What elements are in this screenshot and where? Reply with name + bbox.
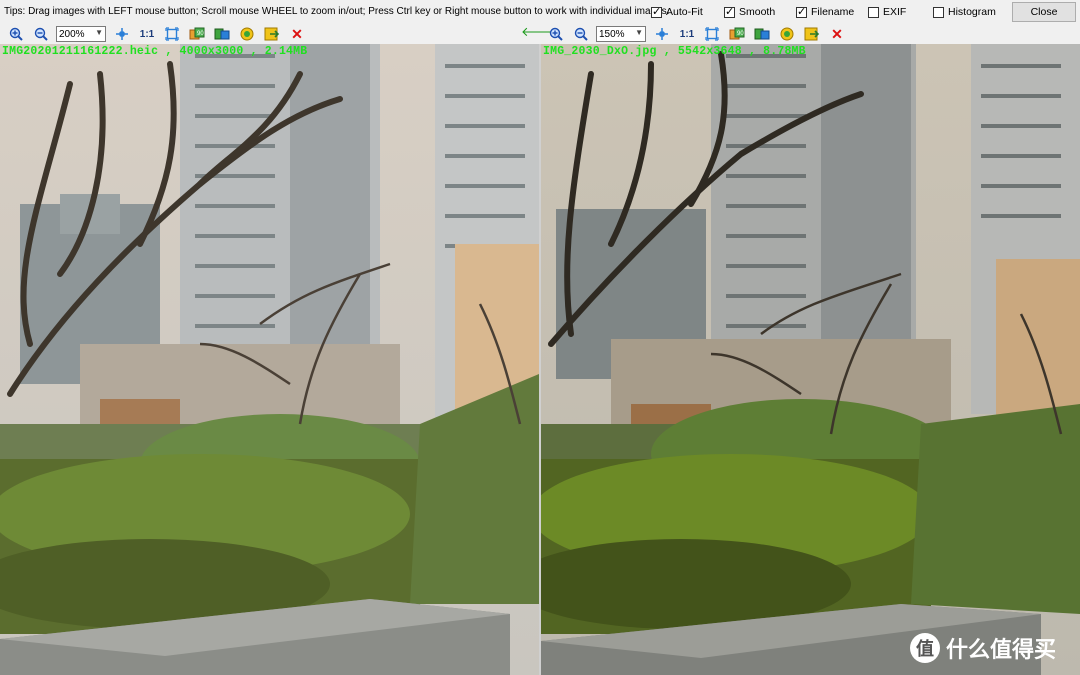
svg-text:90: 90 (737, 31, 744, 37)
chevron-down-icon: ▼ (95, 28, 103, 37)
left-photo (0, 44, 539, 675)
zoom-in-icon[interactable] (547, 25, 565, 43)
checkbox-box[interactable] (724, 5, 735, 18)
zoom-out-icon[interactable] (572, 25, 590, 43)
checkbox-box[interactable] (868, 6, 879, 18)
svg-text:90: 90 (197, 31, 204, 37)
close-image-icon[interactable]: ✕ (828, 25, 846, 43)
tip-text: Tips: Drag images with LEFT mouse button… (4, 6, 670, 17)
checkbox-box[interactable] (651, 5, 662, 18)
filename-overlay: IMG20201211161222.heic , 4000x3000 , 2.1… (2, 45, 308, 58)
fit-window-icon[interactable] (113, 25, 131, 43)
close-image-icon[interactable]: ✕ (288, 25, 306, 43)
zoom-select[interactable]: 200% ▼ (56, 26, 106, 42)
smooth-checkbox[interactable]: Smooth (724, 5, 775, 18)
zoom-in-icon[interactable] (7, 25, 25, 43)
site-watermark: 值 什么值得买 (910, 632, 1056, 664)
auto-fit-checkbox[interactable]: Auto-Fit (651, 5, 703, 18)
tip-bar: Tips: Drag images with LEFT mouse button… (0, 0, 1080, 24)
right-photo (541, 44, 1080, 675)
right-toolbar: 150% ▼ 1:1 90 ✕ (540, 24, 1080, 44)
left-image-pane[interactable]: IMG20201211161222.heic , 4000x3000 , 2.1… (0, 44, 539, 675)
zoom-select[interactable]: 150% ▼ (596, 26, 646, 42)
histogram-checkbox[interactable]: Histogram (933, 6, 996, 18)
watermark-logo-icon: 值 (910, 633, 940, 663)
close-button[interactable]: Close (1012, 2, 1076, 22)
fit-frame-icon[interactable] (703, 25, 721, 43)
exif-checkbox[interactable]: EXIF (868, 6, 906, 18)
zoom-out-icon[interactable] (32, 25, 50, 43)
checkbox-box[interactable] (796, 5, 807, 18)
one-to-one-button[interactable]: 1:1 (138, 25, 156, 43)
image-compare-window: Tips: Drag images with LEFT mouse button… (0, 0, 1080, 675)
rotate-icon[interactable]: 90 (728, 25, 746, 43)
fit-window-icon[interactable] (653, 25, 671, 43)
filename-overlay: IMG_2030_DxO.jpg , 5542x3648 , 8.78MB (543, 45, 806, 58)
left-toolbar: 200% ▼ 1:1 90 ✕ 🡐 (0, 24, 556, 44)
rotate-icon[interactable]: 90 (188, 25, 206, 43)
filename-checkbox[interactable]: Filename (796, 5, 854, 18)
save-icon[interactable] (263, 25, 281, 43)
save-icon[interactable] (803, 25, 821, 43)
fit-frame-icon[interactable] (163, 25, 181, 43)
compare-icon[interactable] (213, 25, 231, 43)
sync-icon[interactable] (778, 25, 796, 43)
chevron-down-icon: ▼ (635, 28, 643, 37)
compare-icon[interactable] (753, 25, 771, 43)
watermark-text: 什么值得买 (946, 637, 1057, 662)
checkbox-box[interactable] (933, 6, 944, 18)
right-image-pane[interactable]: IMG_2030_DxO.jpg , 5542x3648 , 8.78MB (541, 44, 1080, 675)
sync-icon[interactable] (238, 25, 256, 43)
one-to-one-button[interactable]: 1:1 (678, 25, 696, 43)
